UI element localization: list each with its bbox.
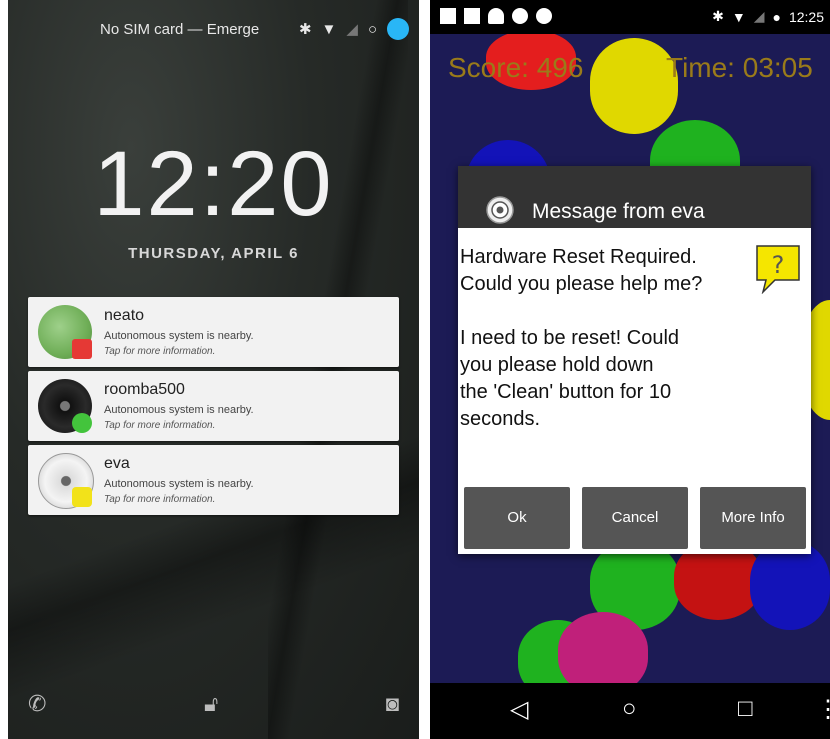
bluetooth-icon: ✱ <box>712 8 724 24</box>
lock-date: THURSDAY, APRIL 6 <box>128 245 299 262</box>
notification-text: Autonomous system is nearby. <box>104 478 254 490</box>
lock-screen: No SIM card — Emerge ✱ ▼ ◢ ○ 12:20 THURS… <box>8 0 419 739</box>
battery-icon: ○ <box>367 20 377 38</box>
power-badge-icon <box>72 339 92 359</box>
no-signal-icon: ◢ <box>753 8 765 24</box>
overflow-icon[interactable]: ⋮ <box>816 695 830 724</box>
wifi-icon: ▼ <box>321 20 337 38</box>
dialog-header: Message from eva <box>458 166 811 228</box>
grid-icon <box>464 8 480 24</box>
notification-title: neato <box>104 307 145 324</box>
carrier-label: No SIM card — Emerge <box>100 21 260 38</box>
notification-neato[interactable]: neato Autonomous system is nearby. Tap f… <box>28 297 399 367</box>
eva-robot-icon <box>486 196 514 224</box>
cancel-button[interactable]: Cancel <box>582 487 688 549</box>
score-label: Score: 496 <box>448 52 584 83</box>
app-icon <box>488 8 504 24</box>
notification-subtext: Tap for more information. <box>104 420 216 431</box>
lock-bottom-bar: ✆ 🔓︎ ◙ <box>8 691 419 721</box>
balloon[interactable] <box>590 38 678 134</box>
navigation-bar: ◁ ○ □ ⋮ <box>430 683 830 739</box>
message-dialog: Message from eva Hardware Reset Required… <box>458 166 811 554</box>
status-bar: ✱ ▼ ◢ ● 12:25 <box>430 0 830 34</box>
back-icon[interactable]: ◁ <box>510 695 528 724</box>
notification-title: roomba500 <box>104 381 185 398</box>
notification-text: Autonomous system is nearby. <box>104 330 254 342</box>
status-time: 12:25 <box>788 8 824 25</box>
no-signal-icon: ◢ <box>346 21 358 38</box>
ok-button[interactable]: Ok <box>464 487 570 549</box>
camera-icon[interactable]: ◙ <box>386 691 399 717</box>
bluetooth-icon: ✱ <box>298 21 312 38</box>
more-info-button[interactable]: More Info <box>700 487 806 549</box>
notification-text: Autonomous system is nearby. <box>104 404 254 416</box>
phone-icon[interactable]: ✆ <box>28 691 46 717</box>
circle-icon <box>512 8 528 24</box>
recents-icon[interactable]: □ <box>738 695 753 723</box>
timer-label: Time: 03:05 <box>666 52 813 83</box>
lock-icon[interactable]: 🔓︎ <box>204 691 218 717</box>
notification-title: eva <box>104 455 130 472</box>
notification-roomba500[interactable]: roomba500 Autonomous system is nearby. T… <box>28 371 399 441</box>
message-badge-icon <box>72 487 92 507</box>
svg-text:?: ? <box>772 251 785 279</box>
question-speech-bubble-icon: ? <box>756 245 800 294</box>
dialog-title: Message from eva <box>532 200 705 223</box>
circle-icon <box>536 8 552 24</box>
status-bar: No SIM card — Emerge ✱ ▼ ◢ ○ <box>8 18 419 44</box>
home-icon[interactable]: ○ <box>622 695 637 723</box>
user-avatar-icon[interactable] <box>387 18 409 40</box>
game-screen: ✱ ▼ ◢ ● 12:25 Score: 496 Time: 03:05 Mes… <box>430 0 830 739</box>
lock-clock: 12:20 <box>93 133 334 235</box>
notification-eva[interactable]: eva Autonomous system is nearby. Tap for… <box>28 445 399 515</box>
dialog-message: Hardware Reset Required. Could you pleas… <box>460 246 703 430</box>
notification-subtext: Tap for more information. <box>104 346 216 357</box>
check-badge-icon <box>72 413 92 433</box>
notification-subtext: Tap for more information. <box>104 494 216 505</box>
battery-icon: ● <box>772 8 781 25</box>
wifi-icon: ▼ <box>731 8 746 25</box>
gallery-icon <box>440 8 456 24</box>
